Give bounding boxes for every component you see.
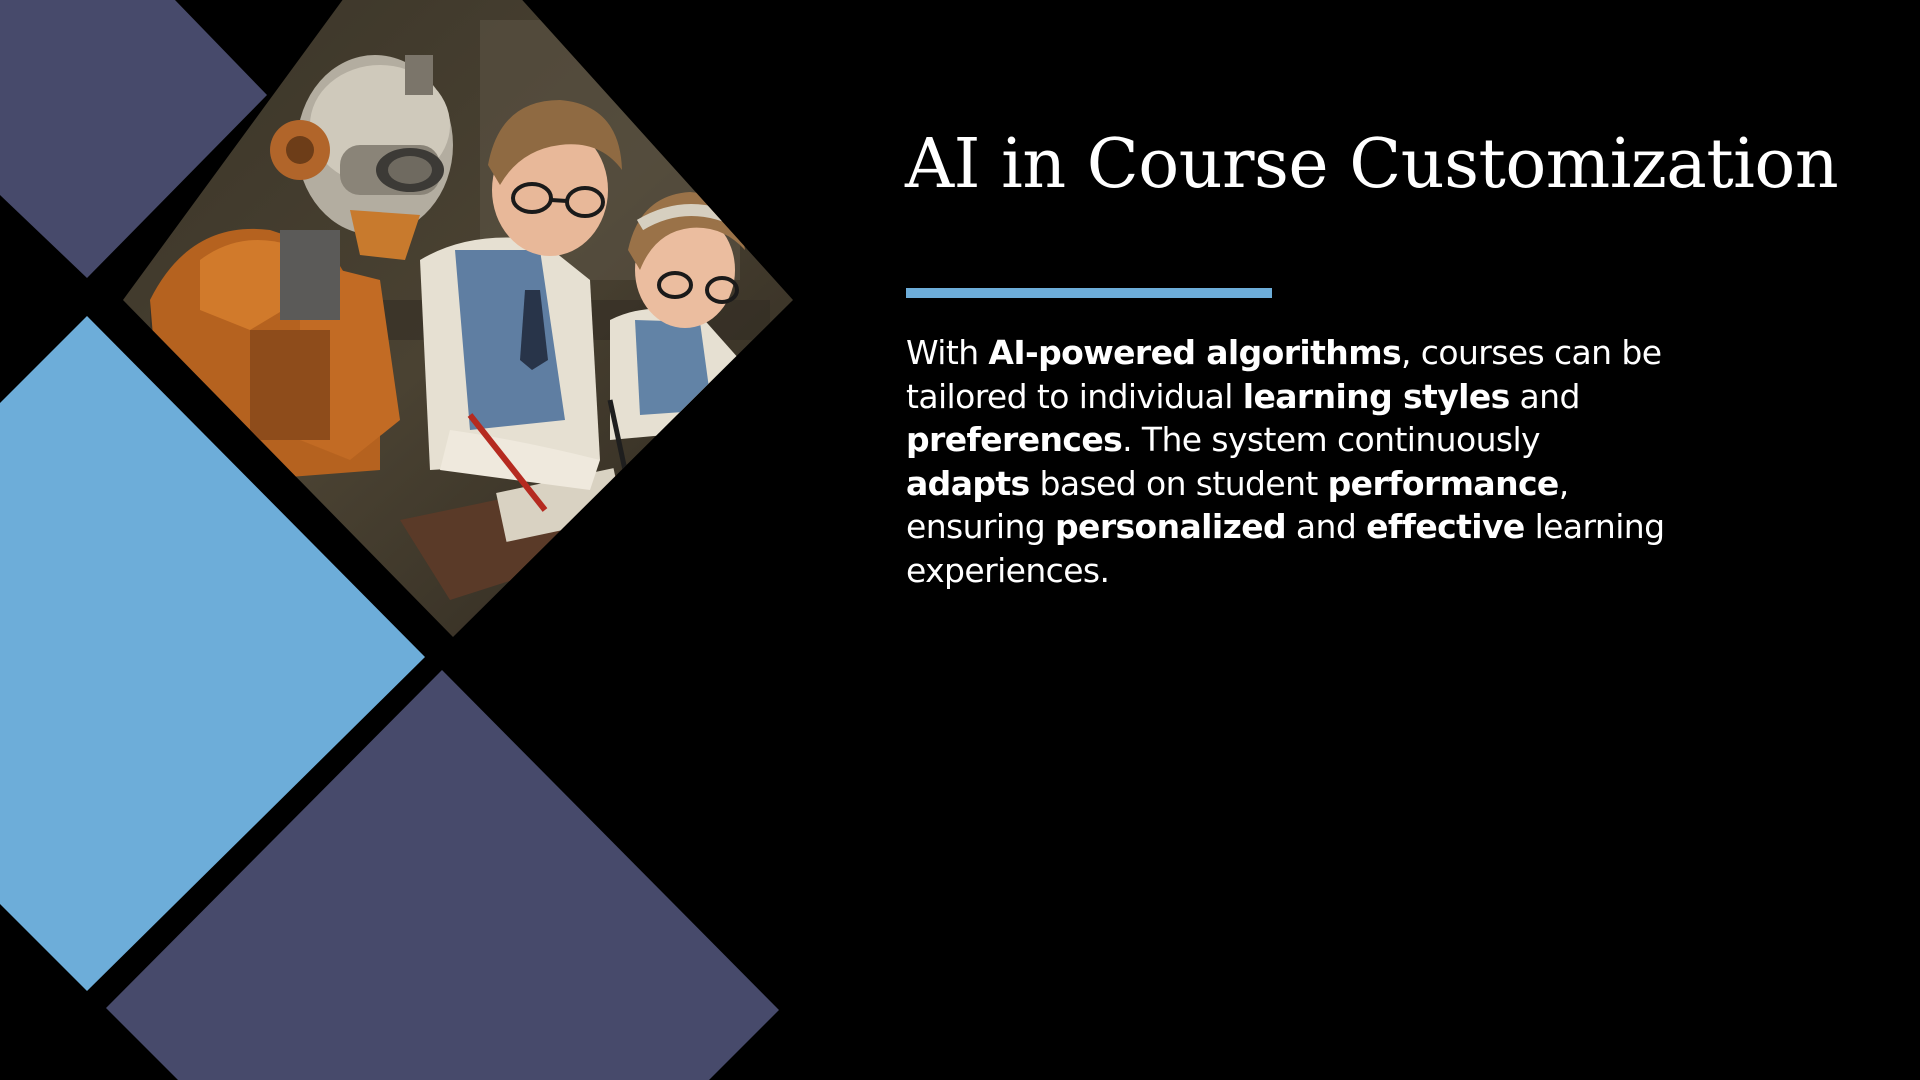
emphasis-text: personalized bbox=[1055, 507, 1287, 546]
slide-title: AI in Course Customization bbox=[905, 125, 1839, 204]
body-text-run: With bbox=[906, 333, 989, 372]
emphasis-text: effective bbox=[1366, 507, 1525, 546]
emphasis-text: adapts bbox=[906, 463, 1030, 503]
body-text-run: and bbox=[1509, 376, 1581, 416]
title-underline bbox=[906, 288, 1272, 298]
emphasis-text: preferences bbox=[906, 420, 1123, 459]
body-text-run: based on student bbox=[1029, 463, 1328, 503]
emphasis-text: learning styles bbox=[1242, 376, 1511, 416]
body-text-run: and bbox=[1286, 507, 1367, 546]
body-text-run: . The system continuously bbox=[1122, 420, 1540, 459]
emphasis-text: AI-powered algorithms bbox=[988, 333, 1402, 372]
slide-body-paragraph: With AI-powered algorithms, courses can … bbox=[906, 331, 1666, 592]
emphasis-text: performance bbox=[1327, 463, 1560, 503]
